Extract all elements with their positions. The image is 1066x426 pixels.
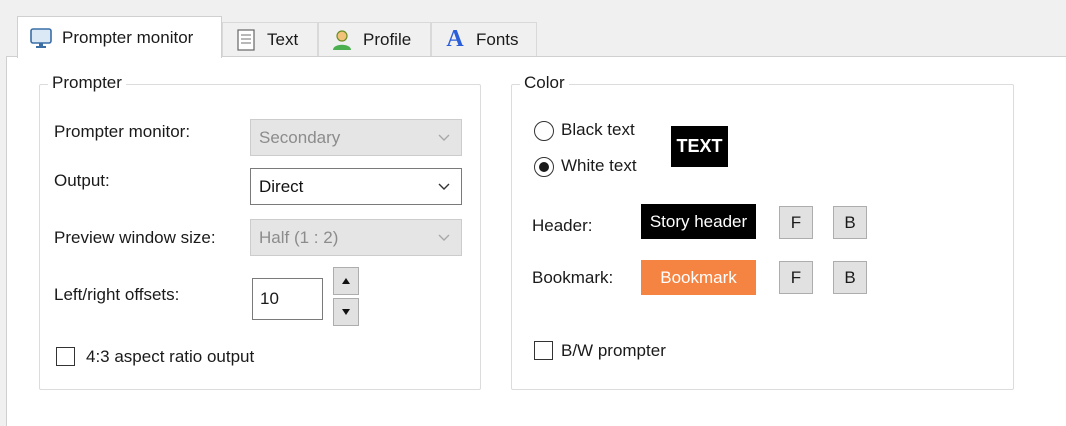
header-label: Header:	[532, 216, 593, 235]
header-f-label: F	[790, 212, 802, 232]
white-text-radio[interactable]	[534, 157, 554, 177]
arrow-up-icon	[342, 278, 350, 284]
output-value: Direct	[259, 176, 304, 196]
bookmark-label: Bookmark:	[532, 268, 614, 287]
chevron-down-icon	[437, 229, 451, 249]
color-group-title: Color	[520, 73, 569, 93]
prompter-group: Prompter Prompter monitor: Secondary Out…	[39, 73, 481, 390]
bookmark-background-button[interactable]: B	[833, 261, 867, 294]
header-sample-text: Story header	[649, 211, 748, 231]
left-right-offsets-value: 10	[260, 289, 279, 308]
user-icon	[329, 27, 355, 53]
tab-prompter-monitor[interactable]: Prompter monitor	[17, 16, 222, 58]
output-select[interactable]: Direct	[250, 168, 462, 205]
prompter-monitor-label: Prompter monitor:	[54, 122, 191, 141]
left-right-offsets-label: Left/right offsets:	[54, 285, 180, 304]
tab-label: Prompter monitor	[62, 27, 194, 47]
monitor-icon	[28, 25, 54, 51]
radio-selected-dot	[539, 162, 549, 172]
tab-text[interactable]: Text	[222, 22, 318, 56]
tab-fonts[interactable]: A Fonts	[431, 22, 537, 56]
text-color-preview-label: TEXT	[676, 136, 723, 156]
preview-window-size-select[interactable]: Half (1 : 2)	[250, 219, 462, 256]
arrow-down-icon	[342, 309, 350, 315]
document-icon	[233, 27, 259, 53]
aspect-ratio-checkbox[interactable]	[56, 347, 75, 366]
bookmark-f-label: F	[790, 267, 802, 287]
bw-prompter-checkbox[interactable]	[534, 341, 553, 360]
tab-label: Profile	[363, 29, 412, 49]
header-b-label: B	[844, 212, 856, 232]
header-background-button[interactable]: B	[833, 206, 867, 239]
black-text-label: Black text	[561, 120, 635, 139]
chevron-down-icon	[437, 129, 451, 149]
aspect-ratio-label: 4:3 aspect ratio output	[86, 347, 255, 366]
bookmark-sample-text: Bookmark	[660, 267, 737, 287]
spin-down-button[interactable]	[333, 298, 359, 326]
prompter-monitor-select[interactable]: Secondary	[250, 119, 462, 156]
white-text-label: White text	[561, 156, 637, 175]
font-icon: A	[446, 26, 464, 52]
black-text-radio[interactable]	[534, 121, 554, 141]
tab-panel: Prompter Prompter monitor: Secondary Out…	[6, 56, 1066, 426]
bw-prompter-label: B/W prompter	[561, 341, 666, 360]
preview-window-size-value: Half (1 : 2)	[259, 227, 339, 247]
bookmark-b-label: B	[844, 267, 856, 287]
header-color-sample[interactable]: Story header	[641, 204, 756, 239]
left-right-offsets-input[interactable]: 10	[252, 278, 323, 320]
spin-up-button[interactable]	[333, 267, 359, 295]
bookmark-foreground-button[interactable]: F	[779, 261, 813, 294]
bookmark-color-sample[interactable]: Bookmark	[641, 260, 756, 295]
preview-window-size-label: Preview window size:	[54, 228, 216, 247]
color-group: Color Black text White text TEXT Header:…	[511, 73, 1014, 390]
prompter-monitor-value: Secondary	[259, 127, 341, 147]
output-label: Output:	[54, 171, 110, 190]
header-foreground-button[interactable]: F	[779, 206, 813, 239]
tab-label: Fonts	[476, 29, 519, 49]
prompter-group-title: Prompter	[48, 73, 126, 93]
tab-strip: Prompter monitor Text Profile A Fonts	[0, 0, 1066, 58]
text-color-preview: TEXT	[671, 126, 728, 167]
tab-label: Text	[267, 29, 299, 49]
chevron-down-icon	[437, 178, 451, 198]
tab-profile[interactable]: Profile	[318, 22, 431, 56]
